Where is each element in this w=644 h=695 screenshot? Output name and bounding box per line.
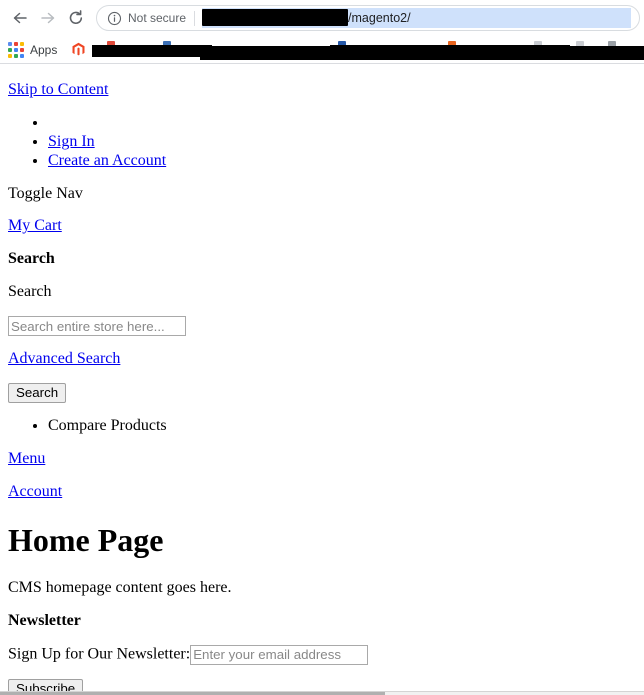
back-arrow-icon: [10, 8, 30, 28]
reload-button[interactable]: [62, 4, 90, 32]
browser-toolbar: Not secure /magento2/: [0, 0, 644, 36]
list-item: Compare Products: [48, 417, 636, 436]
bookmark-redaction-5: [200, 53, 644, 60]
omnibox-divider: [194, 10, 196, 26]
advanced-search-link[interactable]: Advanced Search: [8, 350, 120, 367]
menu-link[interactable]: Menu: [8, 450, 45, 467]
list-item: Create an Account: [48, 152, 636, 171]
create-account-link[interactable]: Create an Account: [48, 152, 166, 169]
url-path-text: /magento2/: [348, 11, 411, 25]
bookmark-favicon-7-icon: [608, 41, 616, 49]
search-button[interactable]: Search: [8, 383, 67, 404]
compare-products-list: Compare Products: [8, 417, 636, 436]
search-input[interactable]: [8, 316, 186, 336]
page-content: Skip to Content Sign In Create an Accoun…: [0, 65, 644, 695]
sign-in-link[interactable]: Sign In: [48, 133, 95, 150]
security-status-label: Not secure: [128, 11, 187, 25]
address-bar[interactable]: Not secure /magento2/: [96, 5, 640, 31]
bookmark-redaction-3: [330, 45, 570, 57]
bookmarks-redaction-overlay: [0, 36, 644, 63]
account-links-list: Sign In Create an Account: [8, 114, 636, 171]
account-row: Account: [8, 483, 636, 502]
bookmark-redaction-4: [520, 46, 644, 58]
search-input-row: [8, 316, 636, 336]
newsletter-email-input[interactable]: [190, 644, 369, 665]
forward-button[interactable]: [34, 4, 62, 32]
horizontal-scrollbar[interactable]: [0, 691, 644, 695]
my-cart-row: My Cart: [8, 217, 636, 236]
skip-to-content-link[interactable]: Skip to Content: [8, 81, 636, 100]
apps-grid-icon[interactable]: [8, 41, 24, 58]
magento-favicon-icon: [71, 42, 86, 57]
list-item: Sign In: [48, 133, 636, 152]
bookmark-favicon-3-icon: [338, 41, 346, 49]
newsletter-heading: Newsletter: [8, 611, 81, 629]
menu-row: Menu: [8, 450, 636, 469]
cms-content-text: CMS homepage content goes here.: [8, 579, 232, 597]
forward-arrow-icon: [38, 8, 58, 28]
account-link[interactable]: Account: [8, 483, 62, 500]
browser-chrome: Not secure /magento2/ Apps: [0, 0, 644, 65]
reload-icon: [66, 8, 86, 28]
apps-bookmark-label[interactable]: Apps: [30, 43, 57, 57]
compare-products-text: Compare Products: [48, 417, 167, 435]
bookmark-favicon-4-icon: [448, 41, 456, 49]
my-cart-link[interactable]: My Cart: [8, 217, 62, 234]
search-heading: Search: [8, 250, 55, 268]
url-redaction-bar: [202, 9, 349, 26]
bookmark-redaction-2: [200, 46, 370, 58]
search-button-row: Search: [8, 383, 636, 404]
bookmarks-bar: Apps: [0, 36, 644, 64]
back-button[interactable]: [6, 4, 34, 32]
toggle-nav-text: Toggle Nav: [8, 184, 83, 202]
page-title: Home Page: [8, 521, 164, 558]
bookmark-favicon-6-icon: [576, 41, 584, 49]
bookmark-redaction-1: [92, 45, 212, 57]
search-label: Search: [8, 283, 52, 301]
newsletter-label: Sign Up for Our Newsletter:: [8, 645, 191, 663]
newsletter-row: Sign Up for Our Newsletter:: [8, 644, 636, 665]
advanced-search-row: Advanced Search: [8, 350, 636, 369]
info-circle-icon[interactable]: [107, 11, 122, 26]
url-text-selection[interactable]: /magento2/: [202, 8, 631, 28]
bookmark-favicon-1-icon: [107, 41, 115, 49]
bookmark-favicon-5-icon: [534, 41, 542, 49]
list-item: [48, 114, 636, 133]
bookmark-favicon-2-icon: [163, 41, 171, 49]
